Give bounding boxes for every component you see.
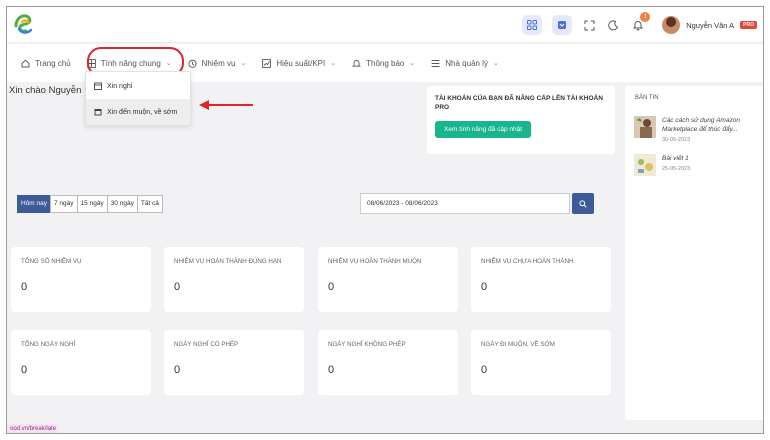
- stat-label: NGÀY NGHỈ KHÔNG PHÉP: [328, 341, 406, 348]
- stat-label: NHIỆM VỤ CHƯA HOÀN THÀNH: [481, 258, 574, 265]
- view-updates-button[interactable]: Xem tính năng đã cập nhật: [435, 121, 532, 138]
- chevron-down-icon: ⌄: [492, 60, 499, 67]
- news-item[interactable]: Các cách sử dụng Amazon Marketplace để t…: [634, 116, 762, 143]
- apps-icon: [527, 20, 538, 30]
- greeting-text: Xin chào Nguyễn: [9, 85, 82, 96]
- nav-item-label: Hiệu suất/KPI: [276, 58, 326, 68]
- stat-label: TỔNG NGÀY NGHỈ: [21, 341, 76, 348]
- top-bar: 1 Nguyễn Văn A PRO: [7, 7, 763, 43]
- menu-item-label: Xin nghỉ: [107, 82, 133, 90]
- nav-item-home[interactable]: Trang chủ: [21, 59, 71, 68]
- menu-item-label: Xin đến muộn, về sớm: [107, 108, 178, 116]
- filter-all-button[interactable]: Tất cả: [136, 195, 163, 213]
- fullscreen-icon: [584, 20, 595, 30]
- pro-badge: PRO: [740, 21, 757, 29]
- news-thumbnail-icon: [634, 154, 656, 176]
- filter-30-days-button[interactable]: 30 ngày: [106, 195, 138, 213]
- upgrade-text: TÀI KHOẢN CỦA BẠN ĐÃ NÂNG CẤP LÊN TÀI KH…: [435, 95, 603, 111]
- general-features-dropdown: Xin nghỉ Xin đến muộn, về sớm: [85, 71, 191, 125]
- date-range-input[interactable]: 08/06/2023 - 08/06/2023: [360, 193, 570, 214]
- nav-item-label: Thông báo: [366, 58, 405, 68]
- stat-value: 0: [328, 281, 335, 293]
- stat-card-unfinished-tasks: NHIỆM VỤ CHƯA HOÀN THÀNH 0: [471, 247, 611, 312]
- top-bar-actions: 1 Nguyễn Văn A PRO: [522, 12, 757, 37]
- nav-item-manager[interactable]: Nhà quản lý ⌄: [431, 59, 499, 68]
- list-icon: [431, 59, 440, 67]
- apps-button[interactable]: [522, 15, 543, 35]
- stat-card-late-early-days: NGÀY ĐI MUỘN, VỀ SỚM 0: [471, 330, 611, 395]
- notifications-button[interactable]: 1: [630, 12, 651, 33]
- news-date: 25-05-2023: [662, 166, 691, 172]
- dark-mode-button[interactable]: [606, 18, 620, 32]
- stat-label: NGÀY ĐI MUỘN, VỀ SỚM: [481, 341, 555, 348]
- calendar-icon: [94, 109, 102, 116]
- nav-item-kpi[interactable]: Hiệu suất/KPI ⌄: [262, 59, 336, 68]
- news-heading: BẢN TIN: [635, 95, 659, 101]
- home-icon: [21, 59, 30, 67]
- stat-card-total-leave: TỔNG NGÀY NGHỈ 0: [11, 330, 151, 395]
- nav-item-label: Nhà quản lý: [445, 58, 488, 68]
- cart-icon: [558, 21, 567, 29]
- news-item[interactable]: Bài viết 1 25-05-2023: [634, 154, 762, 176]
- avatar: [662, 16, 681, 34]
- user-menu[interactable]: Nguyễn Văn A PRO: [662, 16, 757, 34]
- news-title: Bài viết 1: [662, 155, 689, 162]
- stat-label: NHIỆM VỤ HOÀN THÀNH ĐÚNG HẠN: [174, 258, 282, 265]
- bell-icon: [352, 59, 362, 67]
- fullscreen-button[interactable]: [582, 18, 596, 32]
- chart-icon: [262, 58, 272, 68]
- stat-value: 0: [21, 281, 28, 293]
- chevron-down-icon: ⌄: [409, 60, 416, 67]
- news-item-text: Các cách sử dụng Amazon Marketplace để t…: [662, 116, 762, 143]
- filter-today-button[interactable]: Hôm nay: [17, 195, 52, 213]
- notification-badge: 1: [640, 12, 651, 22]
- filter-7-days-button[interactable]: 7 ngày: [50, 195, 78, 213]
- annotation-arrow-icon: [199, 100, 253, 110]
- stat-card-on-time-tasks: NHIỆM VỤ HOÀN THÀNH ĐÚNG HẠN 0: [164, 247, 304, 312]
- filter-15-days-button[interactable]: 15 ngày: [76, 195, 108, 213]
- status-url: ood.vn/break/late: [7, 424, 60, 433]
- news-thumbnail-icon: [634, 116, 656, 138]
- nav-item-notifications[interactable]: Thông báo ⌄: [352, 59, 415, 68]
- stat-value: 0: [481, 281, 488, 293]
- stat-label: NGÀY NGHỈ CÓ PHÉP: [174, 341, 239, 348]
- stat-card-total-tasks: TỔNG SỐ NHIỆM VỤ 0: [11, 247, 151, 312]
- stat-value: 0: [481, 364, 488, 376]
- stat-value: 0: [174, 281, 181, 293]
- date-filter-group: Hôm nay 7 ngày 15 ngày 30 ngày Tất cả: [17, 195, 163, 213]
- search-button[interactable]: [572, 193, 594, 214]
- user-name: Nguyễn Văn A: [686, 20, 735, 30]
- stat-value: 0: [328, 364, 335, 376]
- menu-item-late-early-request[interactable]: Xin đến muộn, về sớm: [86, 99, 190, 125]
- search-icon: [579, 199, 587, 208]
- nav-item-label: Nhiệm vụ: [201, 58, 236, 68]
- cart-button[interactable]: [552, 15, 573, 35]
- calendar-icon: [94, 82, 102, 90]
- upgrade-card: TÀI KHOẢN CỦA BẠN ĐÃ NÂNG CẤP LÊN TÀI KH…: [427, 86, 615, 154]
- news-panel: BẢN TIN Các cách sử dụng Amazon Marketpl…: [625, 86, 763, 420]
- moon-icon: [608, 19, 618, 30]
- news-title: Các cách sử dụng Amazon Marketplace để t…: [662, 117, 740, 133]
- stat-label: TỔNG SỐ NHIỆM VỤ: [21, 258, 82, 265]
- stat-card-late-tasks: NHIỆM VỤ HOÀN THÀNH MUỘN 0: [318, 247, 458, 312]
- stat-label: NHIỆM VỤ HOÀN THÀNH MUỘN: [328, 258, 422, 265]
- clock-icon: [188, 59, 197, 68]
- app-window: 1 Nguyễn Văn A PRO Trang chủ Tính năng c…: [6, 6, 764, 434]
- chevron-down-icon: ⌄: [330, 60, 337, 67]
- news-item-text: Bài viết 1 25-05-2023: [662, 154, 762, 176]
- stat-value: 0: [21, 364, 28, 376]
- chevron-down-icon: ⌄: [240, 60, 247, 67]
- stat-card-approved-leave: NGÀY NGHỈ CÓ PHÉP 0: [164, 330, 304, 395]
- stat-value: 0: [174, 364, 181, 376]
- stat-card-unapproved-leave: NGÀY NGHỈ KHÔNG PHÉP 0: [318, 330, 458, 395]
- menu-item-leave-request[interactable]: Xin nghỉ: [86, 73, 190, 99]
- nav-item-tasks[interactable]: Nhiệm vụ ⌄: [188, 58, 247, 68]
- app-logo[interactable]: [13, 13, 35, 35]
- news-date: 30-05-2023: [662, 137, 691, 143]
- nav-item-label: Trang chủ: [35, 58, 71, 68]
